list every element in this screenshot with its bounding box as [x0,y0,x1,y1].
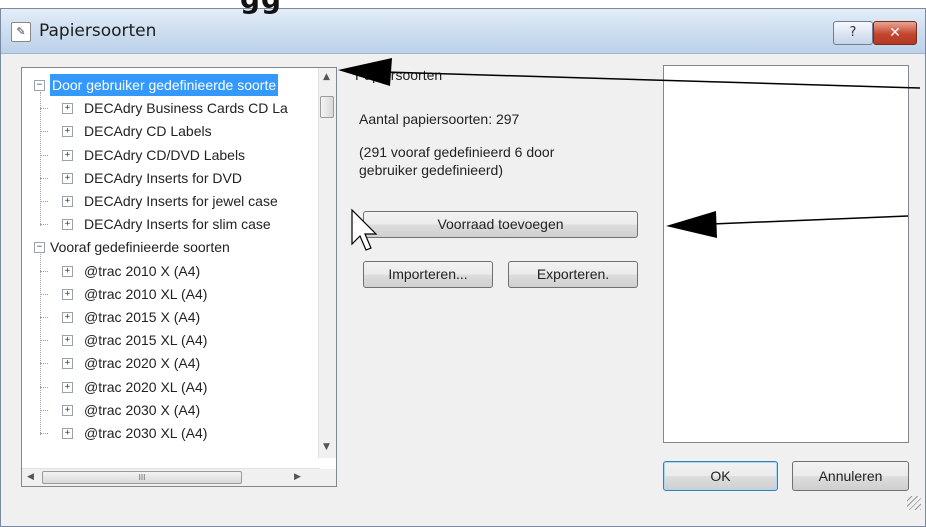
annotation-arrow-line-top [384,71,921,89]
annotation-arrowhead-top [338,58,392,86]
annotation-overlay [338,58,921,251]
annotation-arrowhead-right [666,211,717,238]
mouse-pointer-icon [351,208,378,251]
annotation-arrow-line-right [711,215,909,225]
